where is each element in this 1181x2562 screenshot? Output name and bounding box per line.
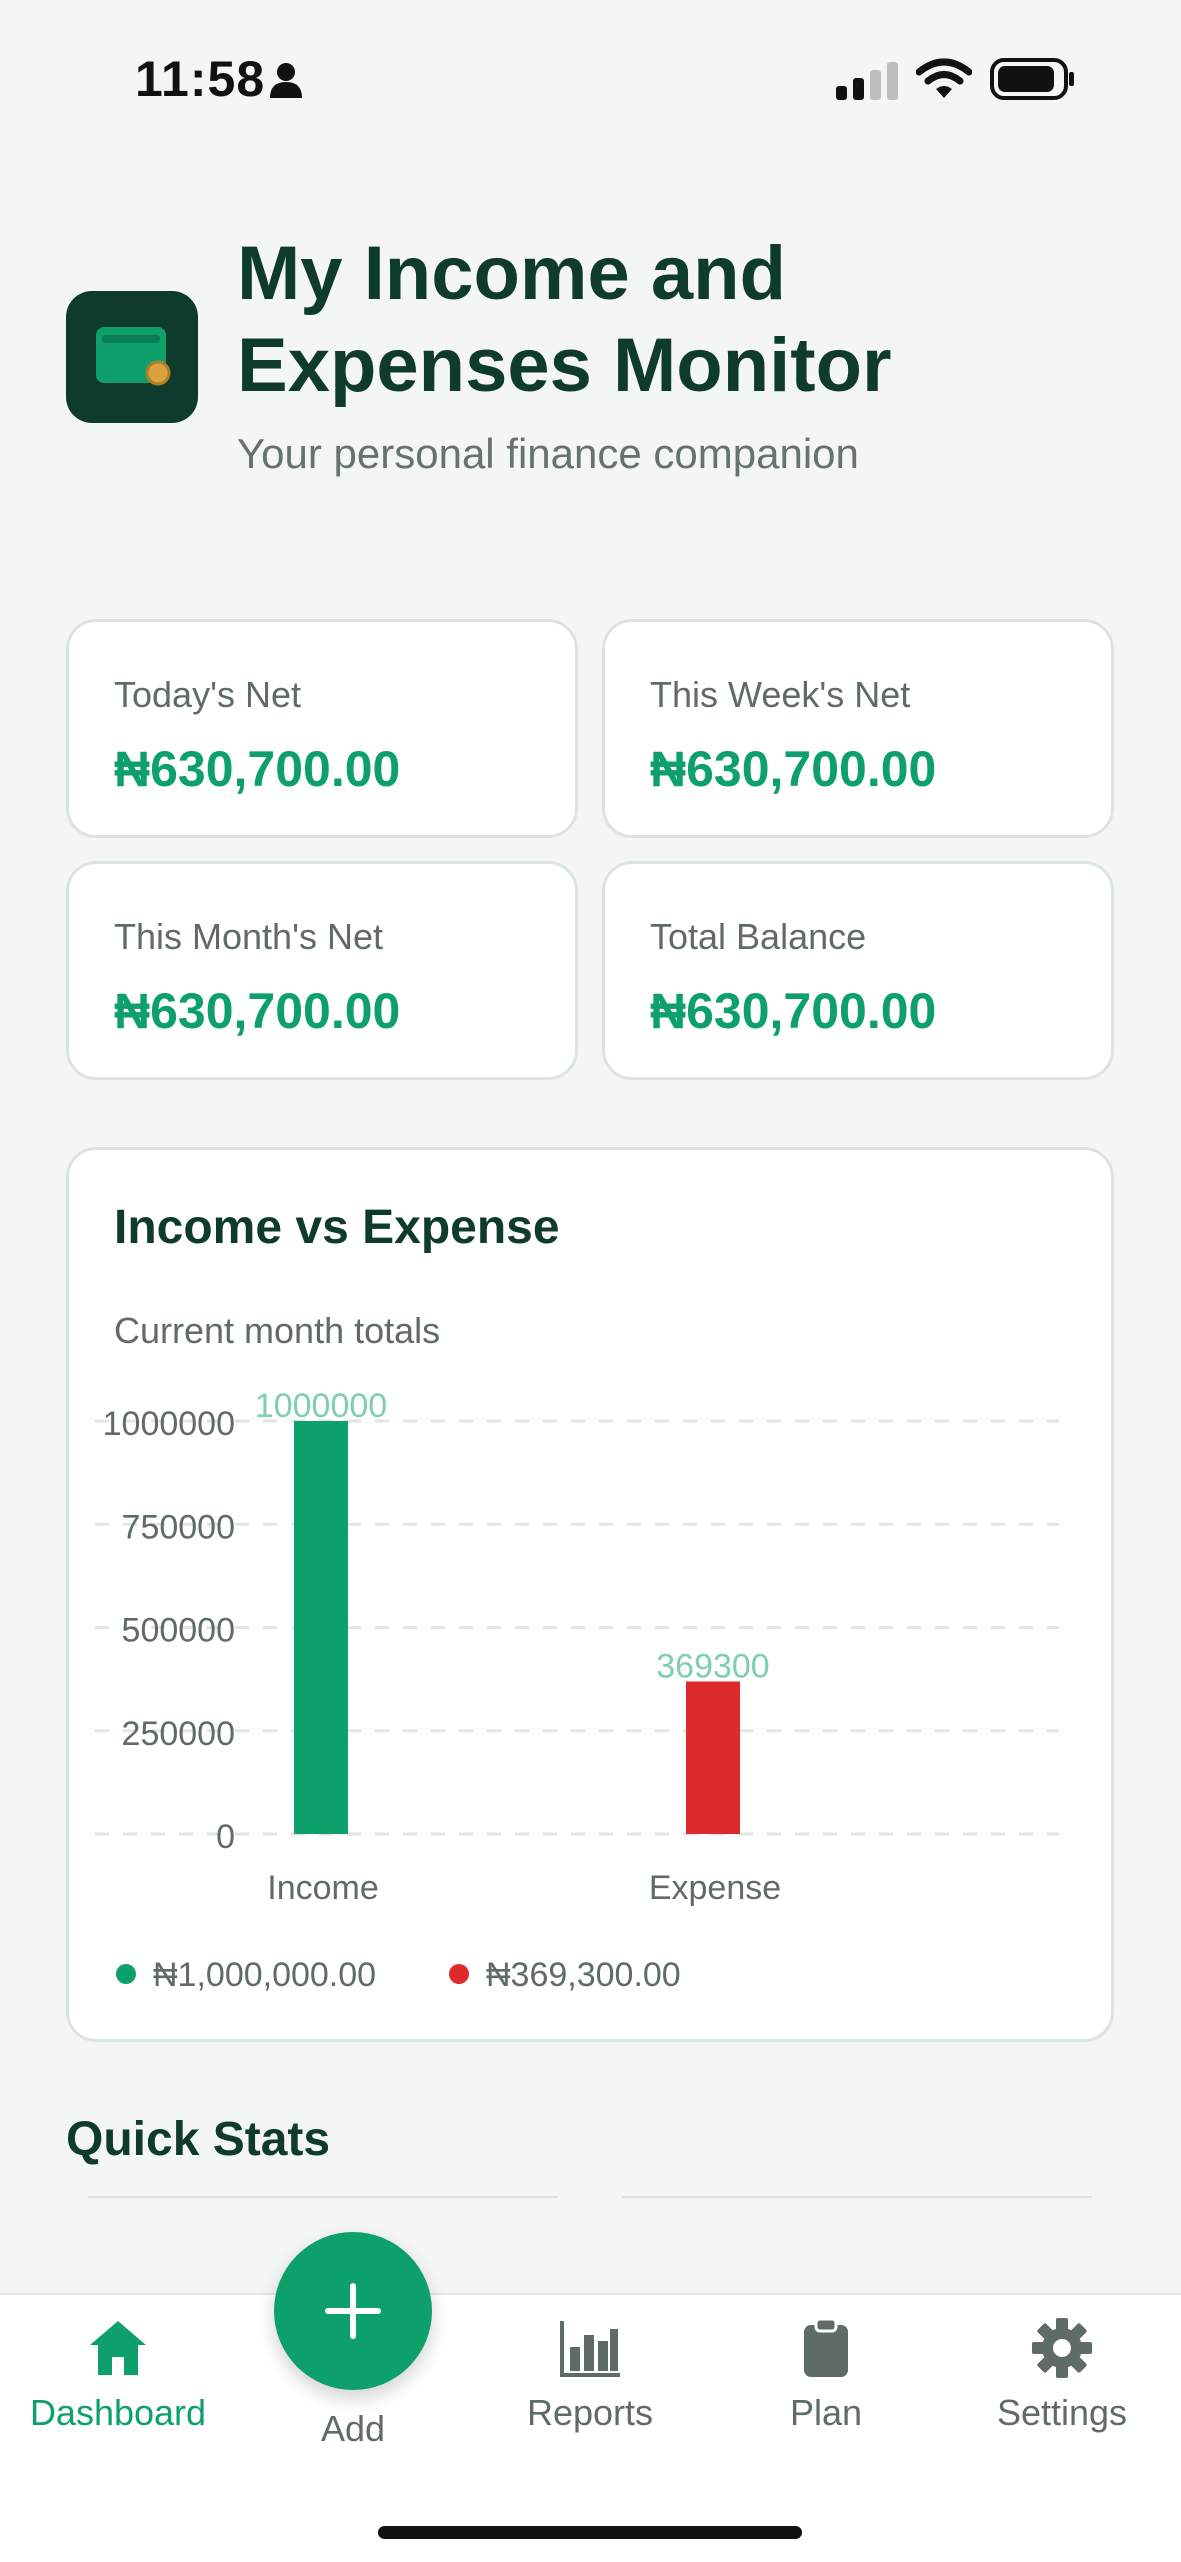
nav-settings[interactable]: Settings (952, 2317, 1172, 2434)
chart-subtitle: Current month totals (114, 1310, 441, 1351)
stat-card-today: Today's Net ₦630,700.00 (66, 619, 578, 838)
bar-income (294, 1421, 348, 1834)
nav-label: Plan (789, 2392, 863, 2433)
quick-stats-title: Quick Stats (66, 2113, 331, 2166)
stat-card-month: This Month's Net ₦630,700.00 (66, 861, 578, 1080)
bar-value-label: 1000000 (255, 1387, 387, 1425)
income-expense-card: 0 250000 500000 750000 1000000 1000000 Income 3… (66, 1147, 1114, 2042)
legend-dot (116, 1964, 136, 1984)
clipboard-icon (804, 2317, 848, 2377)
stat-value: ₦630,700.00 (650, 741, 937, 797)
wallet-icon (96, 327, 171, 386)
legend-dot (449, 1964, 469, 1984)
stat-label: This Month's Net (114, 916, 383, 957)
stat-card-balance: Total Balance ₦630,700.00 (602, 861, 1114, 1080)
nav-dashboard[interactable]: Dashboard (8, 2317, 228, 2434)
stat-value: ₦630,700.00 (114, 983, 401, 1039)
nav-plan[interactable]: Plan (716, 2317, 936, 2434)
bar-value-label: 369300 (656, 1647, 769, 1685)
nav-label: Settings (996, 2392, 1128, 2433)
stat-value: ₦630,700.00 (114, 741, 401, 797)
income-expense-chart: 0 250000 500000 750000 1000000 1000000 Income 3… (95, 1387, 1059, 1994)
stat-label: Total Balance (650, 916, 867, 957)
plus-icon (325, 2283, 381, 2339)
nav-label: Dashboard (29, 2392, 207, 2433)
quick-stat-card-edge (88, 2196, 558, 2198)
x-tick-label: Expense (649, 1869, 781, 1907)
home-indicator (378, 2526, 802, 2539)
gear-icon (1032, 2318, 1092, 2378)
y-tick-label: 750000 (122, 1508, 235, 1546)
person-icon (270, 63, 302, 98)
wifi-icon (916, 58, 972, 98)
quick-stat-card-edge (622, 2196, 1092, 2198)
y-tick-label: 0 (216, 1818, 235, 1856)
stat-label: This Week's Net (650, 674, 911, 715)
bottom-nav: Dashboard Reports Plan Settings (0, 2293, 1181, 2562)
stat-card-week: This Week's Net ₦630,700.00 (602, 619, 1114, 838)
y-tick-label: 1000000 (103, 1405, 235, 1443)
app-subtitle: Your personal finance companion (237, 430, 859, 477)
legend-label: ₦1,000,000.00 (153, 1956, 376, 1994)
stat-value: ₦630,700.00 (650, 983, 937, 1039)
status-time: 11:58 (135, 51, 266, 107)
add-transaction-button[interactable] (274, 2232, 432, 2390)
nav-reports[interactable]: Reports (480, 2317, 700, 2434)
y-tick-label: 250000 (122, 1715, 235, 1753)
chart-title: Income vs Expense (114, 1201, 560, 1254)
x-tick-label: Income (267, 1869, 379, 1907)
app-title: My Income and Expenses Monitor (237, 231, 892, 408)
app-logo (66, 291, 198, 423)
home-icon (90, 2321, 146, 2375)
legend-label: ₦369,300.00 (486, 1956, 681, 1994)
bar-chart-icon (560, 2321, 620, 2377)
stat-label: Today's Net (114, 674, 301, 715)
battery-icon (990, 58, 1074, 100)
signal-icon (836, 62, 898, 100)
y-tick-label: 500000 (122, 1612, 235, 1650)
bar-expense (686, 1681, 740, 1834)
nav-label: Reports (526, 2392, 654, 2433)
add-label: Add (320, 2408, 386, 2449)
